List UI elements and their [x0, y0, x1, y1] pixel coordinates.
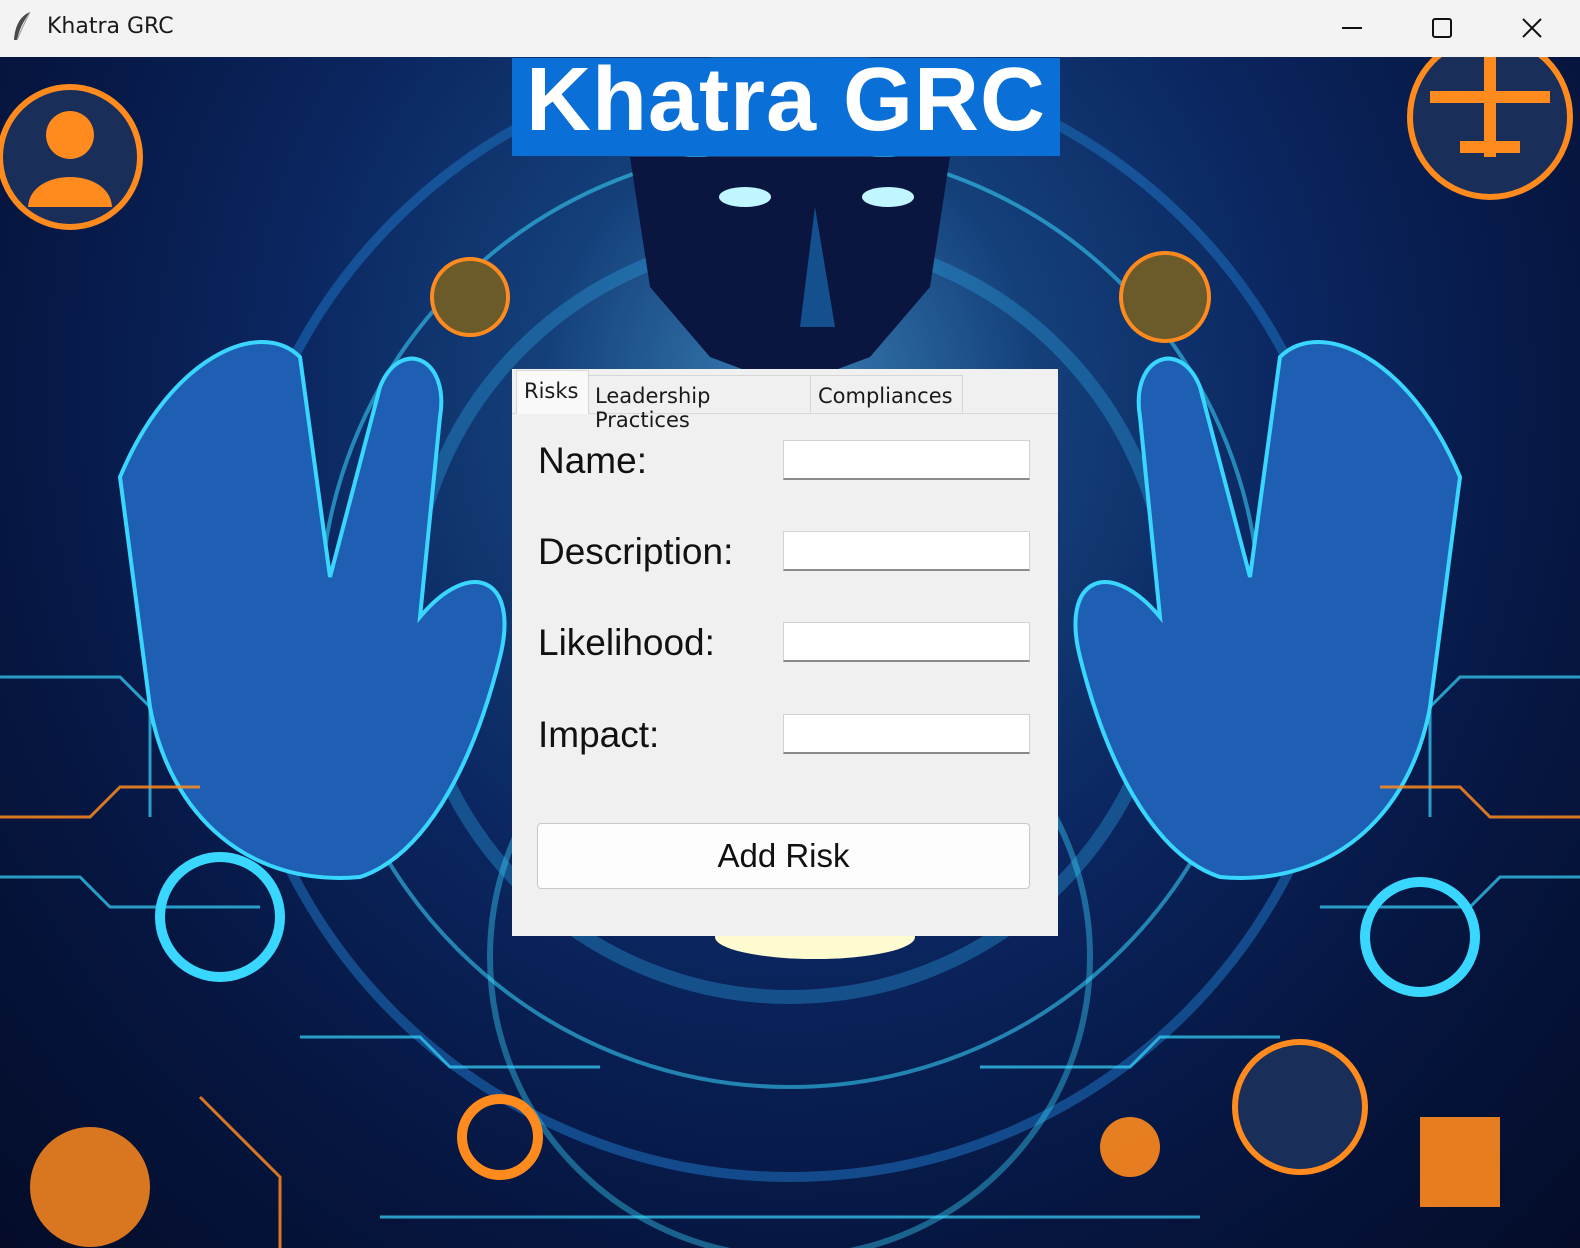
tab-leadership-practices[interactable]: Leadership Practices — [587, 375, 812, 432]
feather-icon — [14, 11, 31, 41]
tab-risks[interactable]: Risks — [516, 370, 589, 414]
impact-label: Impact: — [538, 714, 660, 755]
description-label: Description: — [538, 531, 734, 572]
minimize-icon — [1342, 27, 1362, 29]
tab-bar: Leadership Practices Compliances Risks — [512, 369, 1058, 432]
tab-compliances[interactable]: Compliances — [810, 375, 963, 413]
name-input[interactable] — [783, 440, 1030, 480]
description-input[interactable] — [783, 531, 1030, 571]
add-risk-button[interactable]: Add Risk — [537, 823, 1030, 889]
app-banner-title: Khatra GRC — [512, 55, 1060, 156]
risk-form-panel: Leadership Practices Compliances Risks N… — [512, 369, 1058, 936]
likelihood-label: Likelihood: — [538, 622, 715, 663]
close-icon — [1522, 18, 1542, 38]
window-title: Khatra GRC — [47, 14, 174, 39]
minimize-button[interactable] — [1316, 0, 1386, 57]
name-label: Name: — [538, 440, 647, 481]
close-button[interactable] — [1496, 0, 1566, 57]
window-titlebar: Khatra GRC — [0, 0, 1580, 57]
maximize-button[interactable] — [1406, 0, 1476, 57]
likelihood-input[interactable] — [783, 622, 1030, 662]
impact-input[interactable] — [783, 714, 1030, 754]
maximize-icon — [1432, 18, 1452, 38]
